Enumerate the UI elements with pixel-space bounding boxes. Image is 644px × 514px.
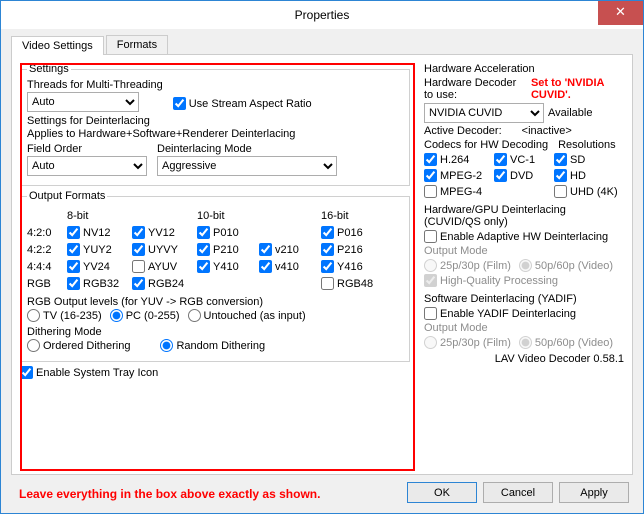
cancel-button[interactable]: Cancel [483,482,553,503]
fmt-p016-checkbox[interactable]: P016 [321,226,383,239]
threads-label: Threads for Multi-Threading [27,79,163,91]
hw-decoder-select[interactable]: NVIDIA CUVID [424,103,544,123]
output-formats-group: Output Formats 8-bit 10-bit 16-bit 4:2:0NV1… [20,190,410,362]
hw-output-mode-label: Output Mode [424,245,624,257]
fmt-row-key: 4:4:4 [27,261,67,273]
yadif-enable-checkbox[interactable]: Enable YADIF Deinterlacing [424,307,624,320]
fmt-rgb48-checkbox[interactable]: RGB48 [321,277,383,290]
field-order-label: Field Order [27,143,147,155]
fmt-uyvy-checkbox[interactable]: UYVY [132,243,197,256]
fmt-ayuv-checkbox[interactable]: AYUV [132,260,197,273]
deint-desc2: Applies to Hardware+Software+Renderer De… [27,128,403,140]
hq-checkbox[interactable]: High-Quality Processing [424,274,624,287]
codec-uhd4k-checkbox[interactable]: UHD (4K) [554,185,624,198]
deint-mode-label: Deinterlacing Mode [157,143,337,155]
deint-desc1: Settings for Deinterlacing [27,115,403,127]
yadif-mode-radio[interactable]: 50p/60p (Video) [519,336,613,349]
fmt-yv12-checkbox[interactable]: YV12 [132,226,197,239]
rgb-level-radio[interactable]: PC (0-255) [110,309,180,322]
button-row: OK Cancel Apply [407,482,629,503]
codec-vc1-checkbox[interactable]: VC-1 [494,153,554,166]
yadif-output-mode-label: Output Mode [424,322,624,334]
hw-mode-radio[interactable]: 50p/60p (Video) [519,259,613,272]
set-to-note: Set to 'NVIDIA CUVID'. [531,77,624,101]
hw-accel-label: Hardware Acceleration [424,63,624,75]
rgb-levels-label: RGB Output levels (for YUV -> RGB conver… [27,296,403,308]
settings-legend: Settings [27,63,71,75]
fmt-p010-checkbox[interactable]: P010 [197,226,259,239]
ok-button[interactable]: OK [407,482,477,503]
titlebar[interactable]: Properties ✕ [1,1,643,29]
fmt-v210-checkbox[interactable]: v210 [259,243,321,256]
dither-label: Dithering Mode [27,326,403,338]
yadif-label: Software Deinterlacing (YADIF) [424,293,624,305]
window-title: Properties [295,8,350,22]
fmt-v410-checkbox[interactable]: v410 [259,260,321,273]
fmt-y410-checkbox[interactable]: Y410 [197,260,259,273]
fmt-yv24-checkbox[interactable]: YV24 [67,260,132,273]
properties-window: Properties ✕ Video Settings Formats Sett… [0,0,644,514]
dither-radio[interactable]: Ordered Dithering [27,339,130,352]
fmt-p210-checkbox[interactable]: P210 [197,243,259,256]
available-label: Available [548,107,592,119]
codec-sd-checkbox[interactable]: SD [554,153,624,166]
field-order-select[interactable]: Auto [27,156,147,176]
tab-strip: Video Settings Formats [11,35,633,55]
tab-formats[interactable]: Formats [106,35,168,54]
fmt-col-hdr: 16-bit [321,210,383,222]
rgb-level-radio[interactable]: Untouched (as input) [188,309,306,322]
tray-checkbox[interactable]: Enable System Tray Icon [20,366,410,379]
codec-mpeg4-checkbox[interactable]: MPEG-4 [424,185,494,198]
settings-group: Settings Threads for Multi-Threading Aut… [20,63,410,186]
codec-h264-checkbox[interactable]: H.264 [424,153,494,166]
version-label: LAV Video Decoder 0.58.1 [424,353,624,365]
fmt-nv12-checkbox[interactable]: NV12 [67,226,132,239]
fmt-row-key: 4:2:2 [27,244,67,256]
threads-select[interactable]: Auto [27,92,139,112]
res-label: Resolutions [558,139,615,151]
hw-deint-enable-checkbox[interactable]: Enable Adaptive HW Deinterlacing [424,230,624,243]
stream-aspect-checkbox[interactable]: Use Stream Aspect Ratio [173,97,312,110]
footer-note: Leave everything in the box above exactl… [19,487,320,501]
close-icon[interactable]: ✕ [598,1,643,25]
fmt-rgb32-checkbox[interactable]: RGB32 [67,277,132,290]
fmt-yuy2-checkbox[interactable]: YUY2 [67,243,132,256]
codec-mpeg2-checkbox[interactable]: MPEG-2 [424,169,494,182]
tab-video-settings[interactable]: Video Settings [11,36,104,55]
dither-radio[interactable]: Random Dithering [160,339,265,352]
fmt-row-key: 4:2:0 [27,227,67,239]
yadif-mode-radio[interactable]: 25p/30p (Film) [424,336,511,349]
output-legend: Output Formats [27,190,107,202]
fmt-row-key: RGB [27,278,67,290]
codec-dvd-checkbox[interactable]: DVD [494,169,554,182]
fmt-p216-checkbox[interactable]: P216 [321,243,383,256]
hw-deint-label: Hardware/GPU Deinterlacing (CUVID/QS onl… [424,204,624,228]
rgb-level-radio[interactable]: TV (16-235) [27,309,102,322]
fmt-col-hdr: 8-bit [67,210,132,222]
fmt-rgb24-checkbox[interactable]: RGB24 [132,277,197,290]
active-decoder-value: <inactive> [522,125,572,137]
active-decoder-label: Active Decoder: [424,125,502,137]
apply-button[interactable]: Apply [559,482,629,503]
deint-mode-select[interactable]: Aggressive [157,156,337,176]
codecs-label: Codecs for HW Decoding [424,139,548,151]
hw-mode-radio[interactable]: 25p/30p (Film) [424,259,511,272]
hw-decoder-label: Hardware Decoder to use: [424,77,527,101]
fmt-y416-checkbox[interactable]: Y416 [321,260,383,273]
fmt-col-hdr: 10-bit [197,210,259,222]
codec-hd-checkbox[interactable]: HD [554,169,624,182]
